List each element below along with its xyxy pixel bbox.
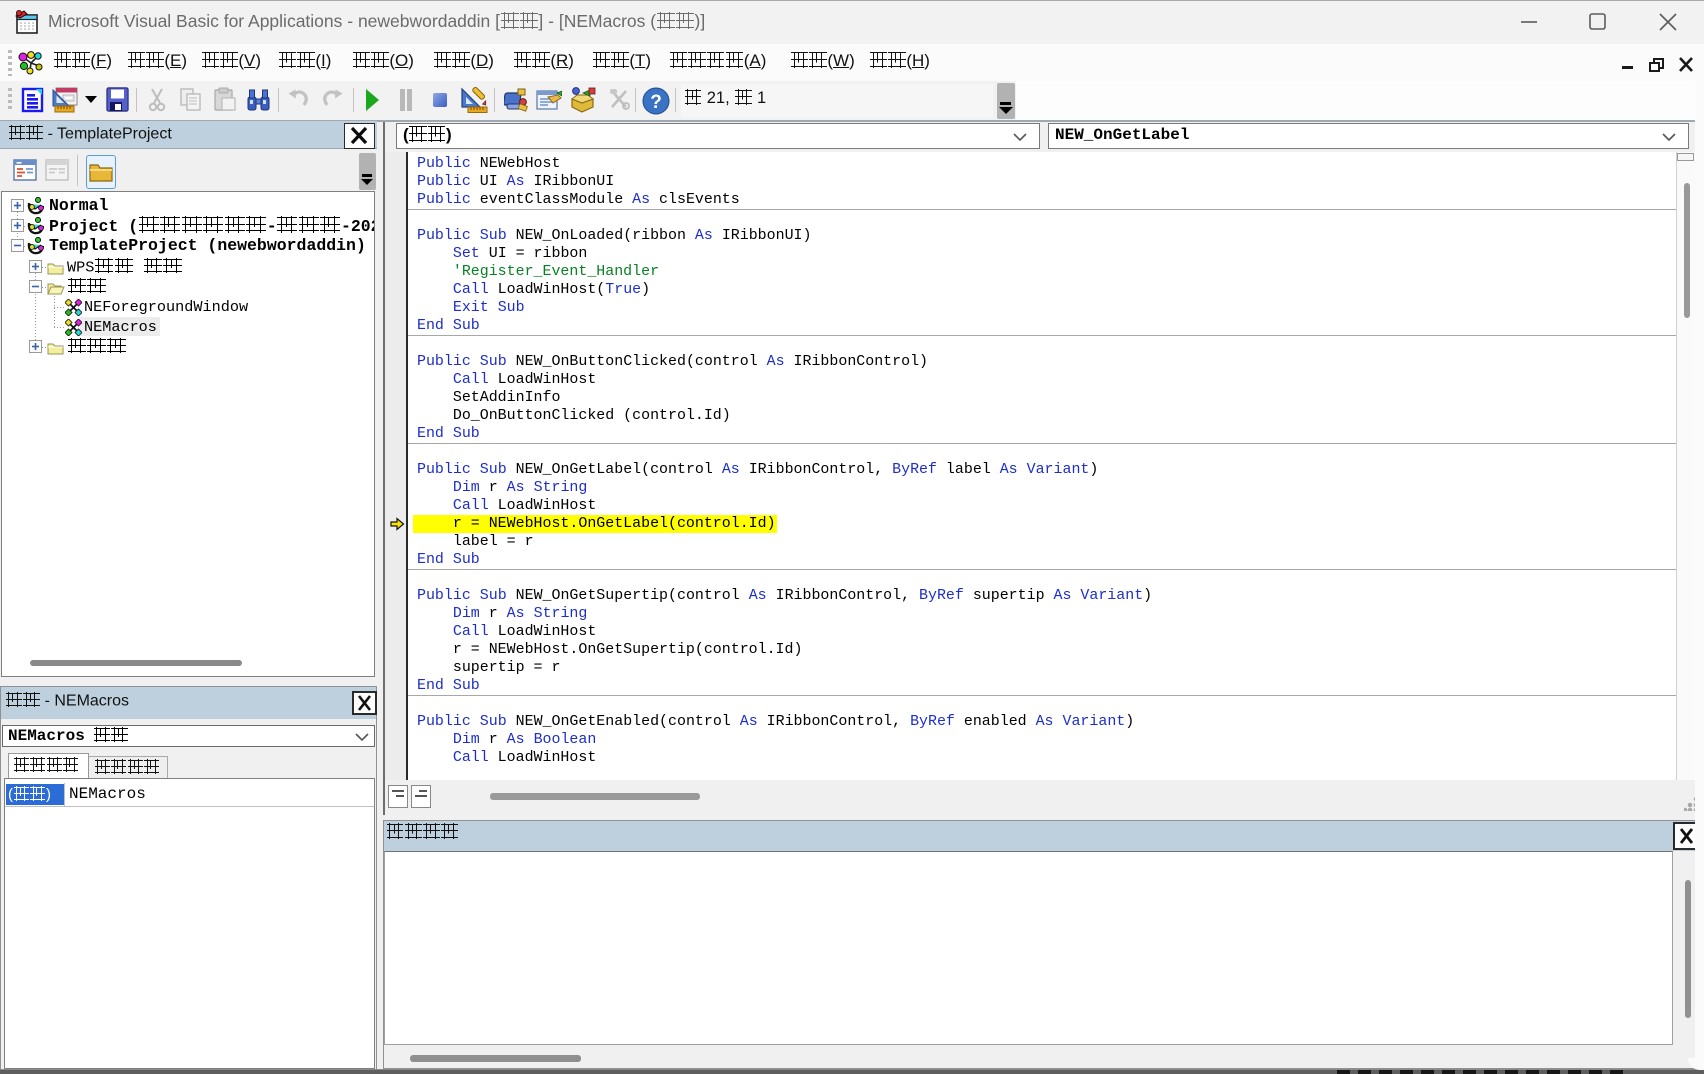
svg-text:?: ? bbox=[650, 92, 662, 113]
